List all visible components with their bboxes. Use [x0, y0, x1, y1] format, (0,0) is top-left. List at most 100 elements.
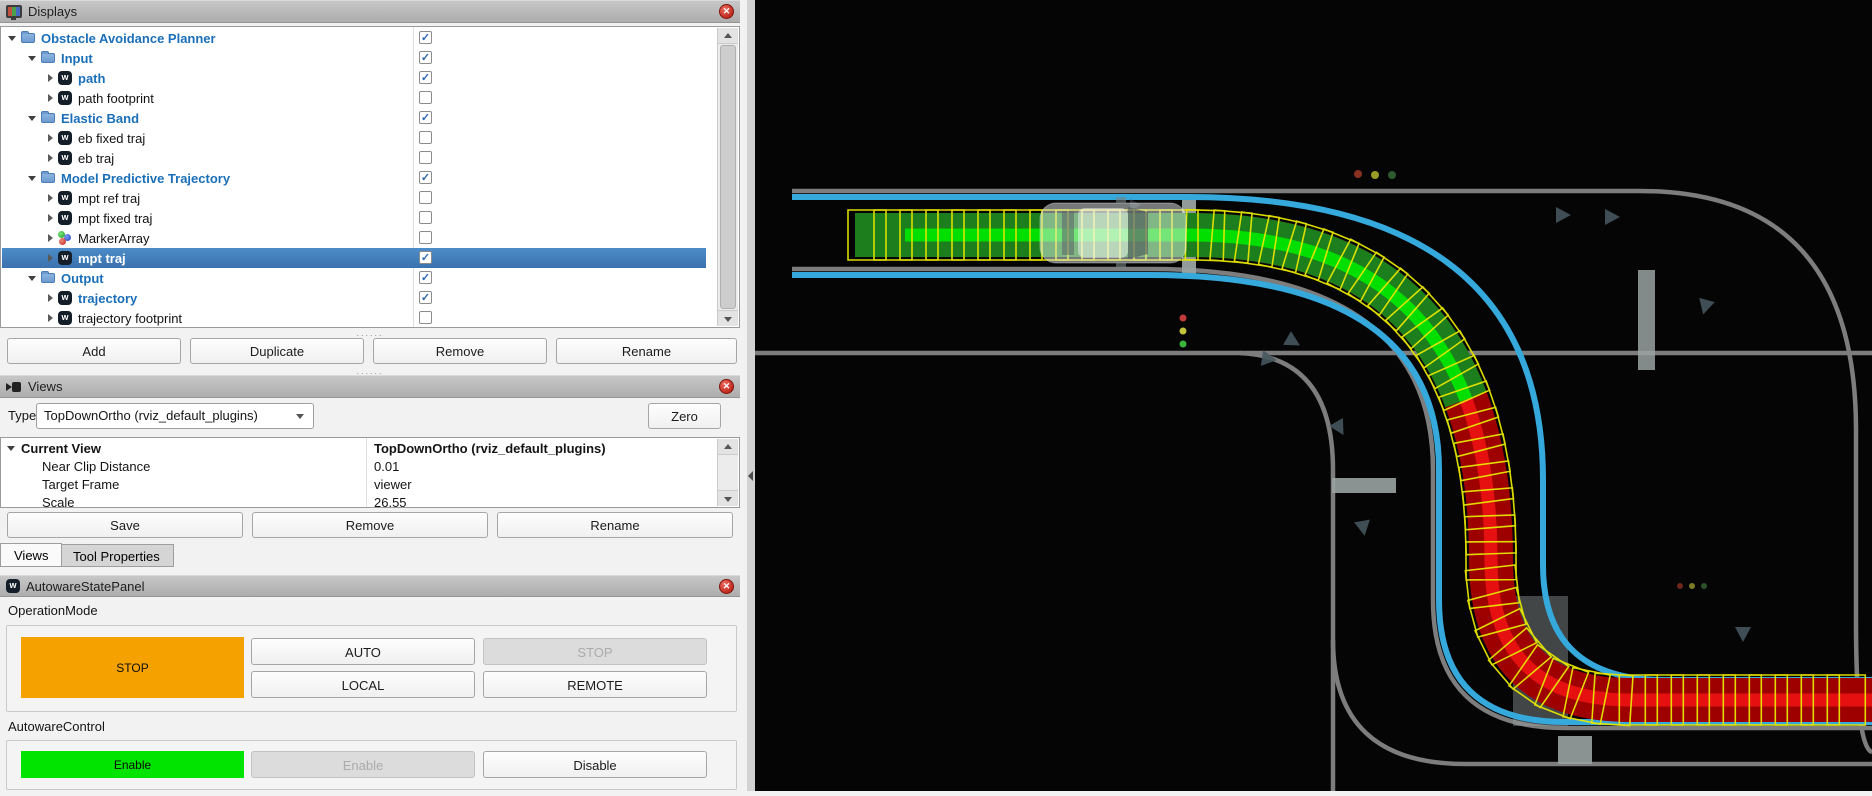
display-checkbox[interactable]: [419, 31, 432, 44]
tree-row-elastic-band[interactable]: Elastic Band: [2, 108, 706, 128]
display-checkbox[interactable]: [419, 91, 432, 104]
chevron-right-icon[interactable]: [48, 254, 53, 262]
tree-row-mpt-ref-traj[interactable]: w mpt ref traj: [2, 188, 706, 208]
autoware-icon: w: [58, 191, 72, 205]
close-icon[interactable]: ✕: [719, 4, 734, 19]
scrollbar-thumb[interactable]: [720, 45, 736, 309]
splitter-handle[interactable]: ......: [330, 329, 410, 337]
view-type-select[interactable]: TopDownOrtho (rviz_default_plugins): [36, 403, 314, 429]
autoware-icon: w: [58, 71, 72, 85]
chevron-down-icon[interactable]: [28, 56, 36, 61]
tree-row-model-predictive-trajectory[interactable]: Model Predictive Trajectory: [2, 168, 706, 188]
chevron-right-icon[interactable]: [48, 74, 53, 82]
splitter-handle[interactable]: ......: [330, 367, 410, 375]
views-panel-header[interactable]: Views ✕: [0, 375, 740, 398]
stop-button: STOP: [483, 638, 707, 665]
duplicate-button[interactable]: Duplicate: [190, 338, 364, 364]
autoware-control-group: Enable Enable Disable: [6, 740, 737, 790]
property-row-scale[interactable]: Scale 26.55: [2, 493, 740, 508]
rename-button[interactable]: Rename: [556, 338, 737, 364]
table-scrollbar[interactable]: [717, 439, 738, 506]
display-checkbox[interactable]: [419, 171, 432, 184]
property-row-near-clip-distance[interactable]: Near Clip Distance 0.01: [2, 457, 740, 475]
display-checkbox[interactable]: [419, 191, 432, 204]
rename-view-button[interactable]: Rename: [497, 512, 733, 538]
display-checkbox[interactable]: [419, 251, 432, 264]
collapse-arrow-icon[interactable]: [748, 471, 753, 481]
scroll-down-icon[interactable]: [718, 310, 738, 326]
remove-button[interactable]: Remove: [373, 338, 547, 364]
close-icon[interactable]: ✕: [719, 579, 734, 594]
property-row-current-view[interactable]: Current View TopDownOrtho (rviz_default_…: [2, 439, 710, 457]
tree-row-output[interactable]: Output: [2, 268, 706, 288]
autoware-icon: w: [58, 91, 72, 105]
display-checkbox[interactable]: [419, 291, 432, 304]
zero-button[interactable]: Zero: [648, 403, 721, 429]
displays-tree[interactable]: Obstacle Avoidance Planner Input w path …: [0, 26, 740, 328]
current-view-table[interactable]: Current View TopDownOrtho (rviz_default_…: [0, 437, 740, 508]
tree-row-path-footprint[interactable]: w path footprint: [2, 88, 706, 108]
chevron-right-icon[interactable]: [48, 194, 53, 202]
auto-button[interactable]: AUTO: [251, 638, 475, 665]
disable-button[interactable]: Disable: [483, 751, 707, 778]
display-checkbox[interactable]: [419, 71, 432, 84]
remote-button[interactable]: REMOTE: [483, 671, 707, 698]
display-checkbox[interactable]: [419, 211, 432, 224]
display-checkbox[interactable]: [419, 311, 432, 324]
autoware-control-status: Enable: [21, 751, 244, 778]
chevron-right-icon[interactable]: [48, 314, 53, 322]
displays-panel-header[interactable]: Displays ✕: [0, 0, 740, 23]
scroll-up-icon[interactable]: [718, 439, 738, 455]
chevron-down-icon[interactable]: [8, 36, 16, 41]
save-view-button[interactable]: Save: [7, 512, 243, 538]
autoware-icon: w: [58, 211, 72, 225]
left-dock: Displays ✕ Obstacle Avoidance Planner In…: [0, 0, 747, 791]
display-checkbox[interactable]: [419, 111, 432, 124]
chevron-down-icon[interactable]: [28, 176, 36, 181]
tree-row-mpt-traj-selected[interactable]: w mpt traj: [2, 248, 706, 268]
tree-row-eb-fixed-traj[interactable]: w eb fixed traj: [2, 128, 706, 148]
chevron-down-icon[interactable]: [7, 446, 15, 451]
scroll-up-icon[interactable]: [718, 28, 738, 44]
chevron-right-icon[interactable]: [48, 214, 53, 222]
autoware-icon: w: [58, 151, 72, 165]
display-checkbox[interactable]: [419, 51, 432, 64]
autoware-state-panel-header[interactable]: w AutowareStatePanel ✕: [0, 575, 740, 597]
chevron-down-icon[interactable]: [28, 276, 36, 281]
autoware-icon: w: [58, 251, 72, 265]
render-viewport[interactable]: [755, 0, 1872, 791]
scroll-down-icon[interactable]: [718, 490, 738, 506]
autoware-control-label: AutowareControl: [8, 719, 105, 734]
displays-icon: [6, 5, 22, 18]
tree-row-eb-traj[interactable]: w eb traj: [2, 148, 706, 168]
display-checkbox[interactable]: [419, 271, 432, 284]
chevron-right-icon[interactable]: [48, 294, 53, 302]
chevron-right-icon[interactable]: [48, 154, 53, 162]
tree-row-trajectory[interactable]: w trajectory: [2, 288, 706, 308]
add-button[interactable]: Add: [7, 338, 181, 364]
remove-view-button[interactable]: Remove: [252, 512, 488, 538]
tree-row-path[interactable]: w path: [2, 68, 706, 88]
chevron-down-icon[interactable]: [28, 116, 36, 121]
chevron-right-icon[interactable]: [48, 94, 53, 102]
chevron-right-icon[interactable]: [48, 234, 53, 242]
tree-row-trajectory-footprint[interactable]: w trajectory footprint: [2, 308, 706, 328]
display-checkbox[interactable]: [419, 151, 432, 164]
local-button[interactable]: LOCAL: [251, 671, 475, 698]
tab-tool-properties[interactable]: Tool Properties: [59, 544, 174, 567]
tree-row-obstacle-avoidance-planner[interactable]: Obstacle Avoidance Planner: [2, 28, 706, 48]
tree-row-input[interactable]: Input: [2, 48, 706, 68]
tab-views[interactable]: Views: [0, 543, 62, 567]
tree-row-mpt-fixed-traj[interactable]: w mpt fixed traj: [2, 208, 706, 228]
close-icon[interactable]: ✕: [719, 379, 734, 394]
tree-scrollbar[interactable]: [717, 28, 738, 326]
property-row-target-frame[interactable]: Target Frame viewer: [2, 475, 740, 493]
dock-splitter[interactable]: [747, 0, 755, 791]
ego-vehicle: [1040, 197, 1186, 269]
chevron-down-icon: [296, 414, 304, 419]
tree-row-markerarray[interactable]: MarkerArray: [2, 228, 706, 248]
display-checkbox[interactable]: [419, 131, 432, 144]
chevron-right-icon[interactable]: [48, 134, 53, 142]
display-checkbox[interactable]: [419, 231, 432, 244]
folder-icon: [41, 273, 55, 283]
